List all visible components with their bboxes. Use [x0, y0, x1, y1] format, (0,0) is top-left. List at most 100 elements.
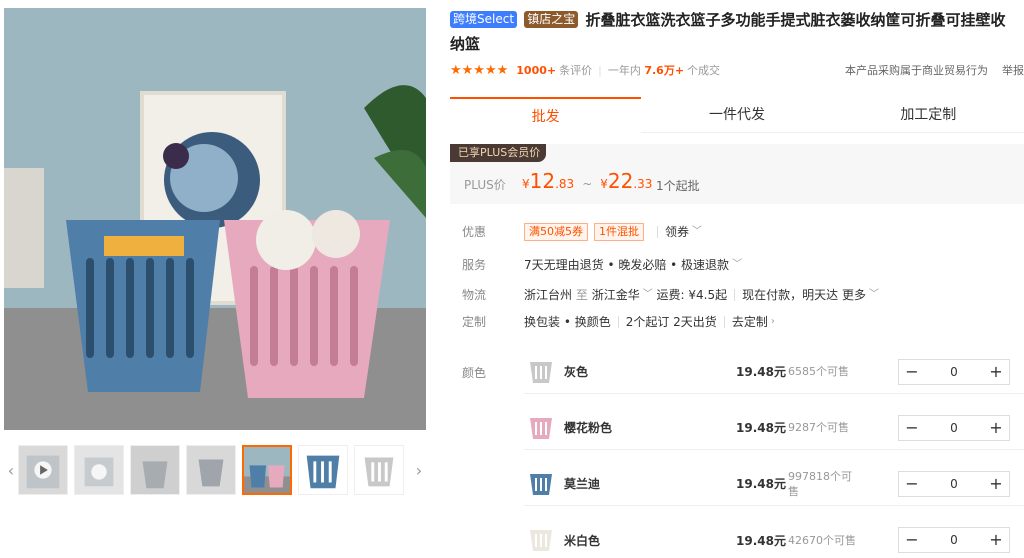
currency-symbol: ¥: [522, 177, 530, 191]
product-title-block: 跨境Select 镇店之宝 折叠脏衣篮洗衣篮子多功能手提式脏衣篓收纳筐可折叠可挂…: [450, 8, 1020, 56]
price-low-dec: .83: [555, 177, 575, 191]
chevron-down-icon[interactable]: ﹀: [869, 285, 879, 305]
coupon-mixed-batch[interactable]: 1件混批: [594, 223, 644, 241]
chevron-down-icon[interactable]: ﹀: [643, 285, 653, 305]
sku-stock: 42670个可售: [788, 533, 856, 547]
laundry-baskets-photo: [4, 8, 426, 430]
coupon-discount[interactable]: 满50减5券: [524, 223, 588, 241]
price-high-dec: .33: [633, 177, 653, 191]
decrement-button[interactable]: −: [899, 416, 925, 440]
sku-price: 19.48元: [736, 421, 786, 435]
logistics-label: 物流: [462, 288, 487, 302]
currency-symbol: ¥: [600, 177, 608, 191]
chevron-down-icon[interactable]: ﹀: [732, 255, 742, 275]
price-range: ¥ 12 .83 ~ ¥ 22 .33: [522, 169, 652, 193]
decrement-button[interactable]: −: [899, 472, 925, 496]
divider: |: [598, 63, 602, 77]
decrement-button[interactable]: −: [899, 528, 925, 552]
thumbnail-3[interactable]: [130, 445, 180, 495]
thumbnail-strip: ‹ ›: [4, 444, 426, 496]
sku-price: 19.48元: [736, 533, 786, 548]
divider: [734, 289, 736, 301]
quantity-input[interactable]: [925, 471, 983, 496]
thumbnail-2[interactable]: [74, 445, 124, 495]
custom-label: 定制: [462, 315, 487, 329]
logistics-row: 物流 浙江台州 至 浙江金华 ﹀ 运费: ¥4.5起 现在付款，明天达 更多 ﹀: [462, 285, 879, 305]
thumbnail-image: [299, 446, 347, 494]
service-text: 7天无理由退货 • 晚发必赔 • 极速退款: [524, 258, 730, 272]
review-label: 条评价: [559, 64, 593, 77]
sku-stock: 997818个可售: [788, 469, 852, 498]
quantity-stepper: − +: [898, 358, 1010, 385]
custom-order-info: 2个起订 2天出货: [625, 315, 717, 329]
sku-stock: 6585个可售: [788, 365, 849, 378]
report-link[interactable]: 举报: [1002, 62, 1024, 78]
tab-dropship[interactable]: 一件代发: [641, 97, 832, 133]
decrement-button[interactable]: −: [899, 360, 925, 384]
price-box: 已享PLUS会员价 PLUS价 ¥ 12 .83 ~ ¥ 22 .33 1个起批: [450, 144, 1024, 204]
min-order: 1个起批: [656, 179, 700, 193]
thumbnail-1-video[interactable]: [18, 445, 68, 495]
divider: [657, 226, 658, 238]
sold-count: 7.6万+: [644, 64, 685, 77]
sku-name: 灰色: [564, 365, 589, 379]
increment-button[interactable]: +: [983, 528, 1009, 552]
promo-row: 优惠 满50减5券 1件混批 领券 ﹀: [462, 222, 702, 242]
sku-row-gray: 灰色 19.48元 6585个可售 − +: [524, 350, 1024, 394]
sku-row-morandi: 莫兰迪 19.48元 997818个可售 − +: [524, 462, 1024, 506]
divider: [723, 316, 725, 328]
thumbnail-6[interactable]: [298, 445, 348, 495]
promo-label: 优惠: [462, 225, 487, 239]
custom-options: 换包装 • 换颜色: [524, 315, 611, 329]
chevron-down-icon[interactable]: ﹀: [692, 222, 702, 242]
tab-wholesale[interactable]: 批发: [450, 97, 642, 133]
thumbnail-image: [244, 447, 290, 493]
chevron-left-icon[interactable]: ‹: [4, 444, 18, 496]
plus-member-tag: 已享PLUS会员价: [450, 144, 547, 162]
sku-thumbnail-pink[interactable]: [526, 412, 556, 442]
shop-treasure-badge: 镇店之宝: [524, 11, 579, 28]
ship-from: 浙江台州: [524, 288, 573, 302]
product-main-image[interactable]: [4, 8, 426, 430]
service-label: 服务: [462, 258, 487, 272]
sku-thumbnail-gray[interactable]: [526, 356, 556, 386]
go-customize-link[interactable]: 去定制: [732, 312, 768, 332]
rating-row: ★★★★★ 1000+ 条评价 | 一年内 7.6万+ 个成交 本产品采购属于商…: [450, 61, 1024, 79]
quantity-stepper: − +: [898, 414, 1010, 441]
quantity-input[interactable]: [925, 415, 983, 440]
chevron-right-icon[interactable]: ›: [412, 444, 426, 496]
thumbnail-image: [19, 446, 67, 494]
sku-name: 米白色: [564, 533, 601, 548]
review-count[interactable]: 1000+: [516, 64, 556, 77]
trade-note: 本产品采购属于商业贸易行为: [845, 64, 988, 77]
thumbnail-image: [131, 446, 179, 494]
quantity-input[interactable]: [925, 528, 983, 552]
color-label: 颜色: [462, 366, 487, 380]
tab-custom-processing[interactable]: 加工定制: [833, 97, 1024, 133]
increment-button[interactable]: +: [983, 360, 1009, 384]
price-high-int: 22: [607, 169, 634, 193]
quantity-stepper: − +: [898, 527, 1010, 553]
blue-basket: [66, 220, 220, 392]
year-label: 一年内: [607, 64, 641, 77]
ship-to[interactable]: 浙江金华: [592, 285, 640, 305]
sku-name: 樱花粉色: [564, 421, 613, 435]
chevron-right-icon[interactable]: ›: [771, 312, 775, 332]
plus-price-label: PLUS价: [464, 178, 506, 192]
delivery-estimate: 现在付款，明天达: [742, 288, 839, 302]
get-coupon-button[interactable]: 领券: [665, 222, 689, 242]
shipping-fee: 运费: ¥4.5起: [656, 288, 728, 302]
thumbnail-4[interactable]: [186, 445, 236, 495]
thumbnail-7[interactable]: [354, 445, 404, 495]
increment-button[interactable]: +: [983, 472, 1009, 496]
thumbnail-5[interactable]: [242, 445, 292, 495]
sku-thumbnail-beige[interactable]: [526, 524, 556, 554]
quantity-input[interactable]: [925, 359, 983, 384]
sku-thumbnail-morandi[interactable]: [526, 468, 556, 498]
sku-name: 莫兰迪: [564, 477, 601, 491]
thumbnail-image: [355, 446, 403, 494]
more-link[interactable]: 更多: [842, 285, 866, 305]
purchase-mode-tabs: 批发 一件代发 加工定制: [450, 97, 1024, 133]
sku-price: 19.48元: [736, 365, 786, 379]
increment-button[interactable]: +: [983, 416, 1009, 440]
